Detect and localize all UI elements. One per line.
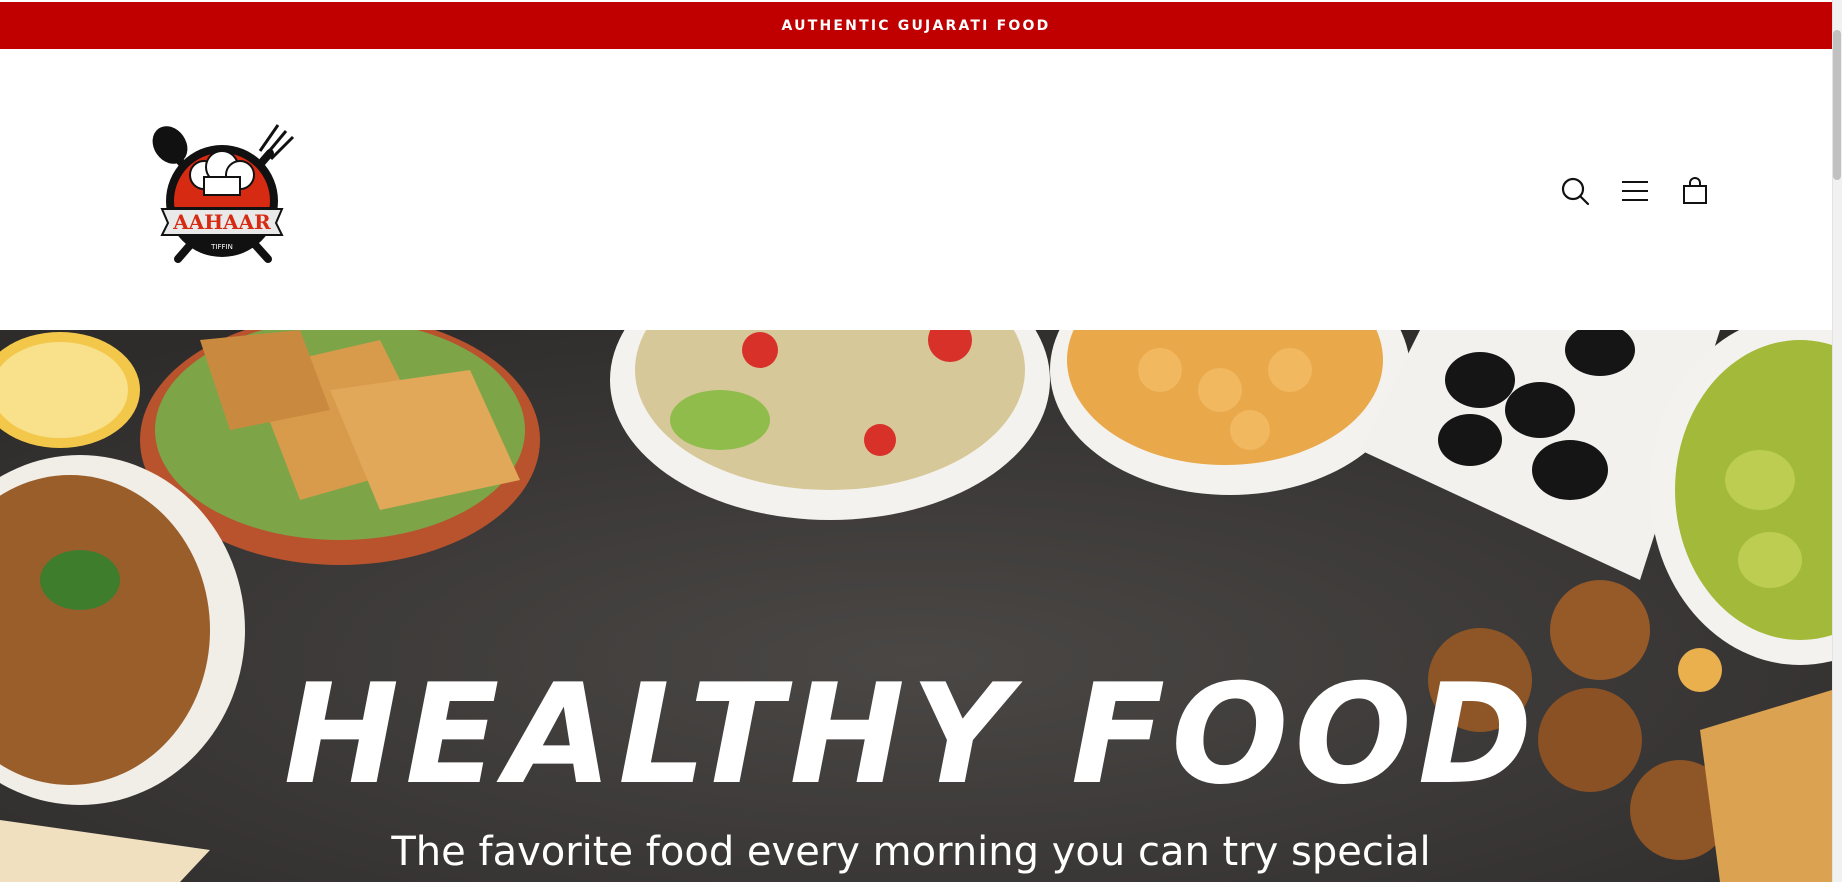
announcement-bar: AUTHENTIC GUJARATI FOOD: [0, 2, 1832, 49]
page-scrollbar[interactable]: [1832, 0, 1842, 882]
logo-graphic: AAHAAR TIFFIN: [152, 124, 295, 263]
scrollbar-thumb[interactable]: [1833, 30, 1841, 180]
page: AUTHENTIC GUJARATI FOOD AAHAAR TIFFIN HE…: [0, 0, 1832, 882]
logo-brand-text: AAHAAR: [172, 210, 271, 234]
logo-tagline-text: TIFFIN: [210, 243, 233, 251]
hero-banner: HEALTHY FOOD The favorite food every mor…: [0, 330, 1832, 882]
hero-subtitle: The favorite food every morning you can …: [391, 829, 1431, 875]
announcement-text: AUTHENTIC GUJARATI FOOD: [781, 17, 1051, 34]
header-actions: [1560, 176, 1710, 206]
hero-title: HEALTHY FOOD: [283, 654, 1539, 815]
cart-icon[interactable]: [1680, 176, 1710, 206]
menu-icon[interactable]: [1620, 176, 1650, 206]
site-header: AAHAAR TIFFIN: [0, 49, 1832, 330]
search-icon[interactable]: [1560, 176, 1590, 206]
brand-logo[interactable]: AAHAAR TIFFIN: [148, 123, 300, 263]
